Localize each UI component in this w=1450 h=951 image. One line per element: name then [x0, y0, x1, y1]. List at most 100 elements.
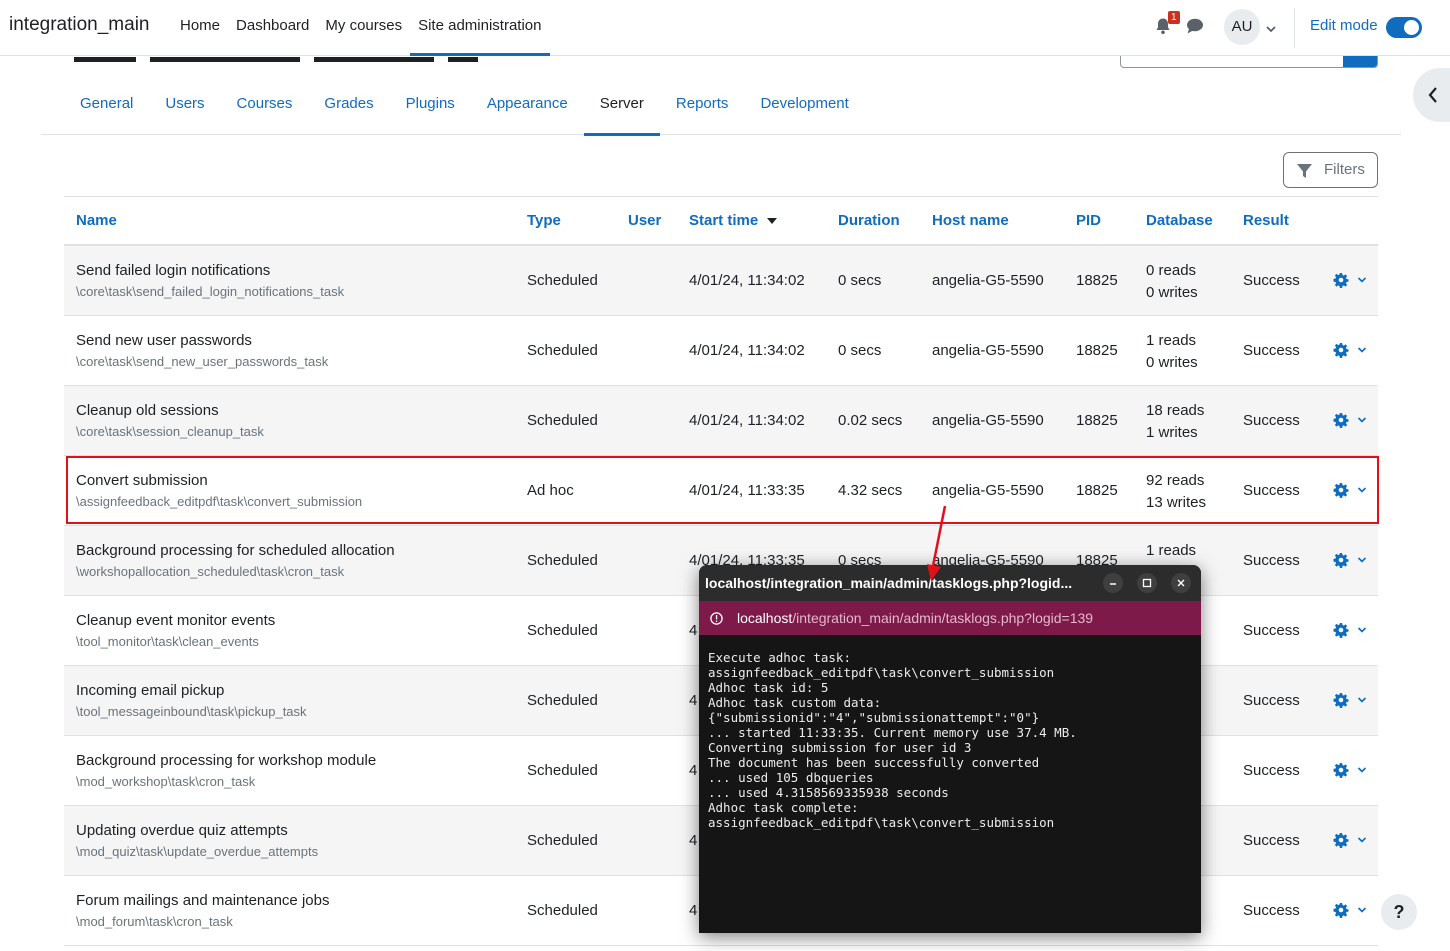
log-output-line: assignfeedback_editpdf\task\convert_subm… — [708, 665, 1055, 680]
task-db-reads: 1 reads — [1146, 542, 1197, 559]
column-header-host-name[interactable]: Host name — [932, 212, 1009, 229]
row-actions-menu[interactable] — [1333, 691, 1367, 709]
nav-site-administration[interactable]: Site administration — [410, 0, 550, 56]
table-row: Send failed login notifications \core\tas… — [64, 246, 1378, 316]
log-output-line: assignfeedback_editpdf\task\convert_subm… — [708, 815, 1055, 830]
tab-users[interactable]: Users — [149, 80, 220, 135]
tab-general[interactable]: General — [64, 80, 149, 135]
filter-funnel-icon — [1297, 164, 1312, 178]
tab-grades[interactable]: Grades — [308, 80, 389, 135]
help-button[interactable]: ? — [1381, 894, 1417, 930]
popup-url-bar[interactable]: localhost/integration_main/admin/tasklog… — [699, 601, 1201, 635]
tab-courses[interactable]: Courses — [221, 80, 309, 135]
task-start-time: 4 — [689, 902, 698, 919]
task-start-time: 4/01/24, 11:34:02 — [689, 412, 805, 429]
task-name: Cleanup event monitor events — [76, 612, 276, 629]
nav-dashboard[interactable]: Dashboard — [228, 0, 317, 56]
minimize-icon — [1110, 583, 1116, 585]
task-classname: \core\task\session_cleanup_task — [76, 424, 264, 439]
table-row: Cleanup old sessions \core\task\session_c… — [64, 386, 1378, 456]
row-actions-menu[interactable] — [1333, 621, 1367, 639]
chevron-down-icon — [1349, 761, 1367, 778]
task-classname: \core\task\send_failed_login_notificatio… — [76, 284, 345, 299]
chevron-down-icon — [1349, 271, 1367, 288]
column-header-pid[interactable]: PID — [1076, 212, 1101, 229]
task-classname: \mod_workshop\task\cron_task — [76, 774, 256, 789]
row-actions-menu[interactable] — [1333, 411, 1367, 429]
chevron-down-icon — [1349, 691, 1367, 708]
row-actions-menu[interactable] — [1333, 551, 1367, 569]
site-info-warning-icon[interactable] — [710, 612, 723, 625]
row-actions-menu[interactable] — [1333, 341, 1367, 359]
close-icon — [1177, 579, 1185, 587]
task-db-reads: 1 reads — [1146, 332, 1197, 349]
task-type: Scheduled — [527, 342, 598, 359]
log-output-line: Execute adhoc task: — [708, 650, 851, 665]
task-pid: 18825 — [1076, 272, 1118, 289]
task-name: Send failed login notifications — [76, 262, 271, 279]
nav-home[interactable]: Home — [172, 0, 228, 56]
log-output-line: ... used 4.3158569335938 seconds — [708, 785, 949, 800]
task-start-time: 4/01/24, 11:34:02 — [689, 272, 805, 289]
row-actions-menu[interactable] — [1333, 271, 1367, 289]
column-header-name[interactable]: Name — [76, 212, 117, 229]
task-name: Forum mailings and maintenance jobs — [76, 892, 330, 909]
column-header-start-time[interactable]: Start time — [689, 212, 778, 229]
tab-plugins[interactable]: Plugins — [390, 80, 471, 135]
user-menu-chevron-down-icon[interactable] — [1265, 21, 1277, 38]
task-result: Success — [1243, 412, 1300, 429]
sort-descending-icon — [767, 218, 778, 224]
edit-mode-label[interactable]: Edit mode — [1310, 17, 1378, 34]
site-brand[interactable]: integration_main — [9, 14, 149, 36]
gear-icon — [1333, 271, 1349, 289]
task-classname: \assignfeedback_editpdf\task\convert_sub… — [76, 494, 363, 509]
nav-my-courses[interactable]: My courses — [317, 0, 410, 56]
filters-button[interactable]: Filters — [1283, 152, 1378, 188]
chevron-down-icon — [1349, 901, 1367, 918]
row-actions-menu[interactable] — [1333, 481, 1367, 499]
block-drawer-toggle[interactable] — [1413, 68, 1450, 122]
task-host-name: angelia-G5-5590 — [932, 482, 1044, 499]
popup-titlebar[interactable]: localhost/integration_main/admin/tasklog… — [699, 565, 1201, 601]
task-result: Success — [1243, 272, 1300, 289]
task-result: Success — [1243, 552, 1300, 569]
gear-icon — [1333, 691, 1349, 709]
window-maximize-button[interactable] — [1137, 573, 1157, 593]
log-output-line: Adhoc task complete: — [708, 800, 859, 815]
log-output-line: ... started 11:33:35. Current memory use… — [708, 725, 1077, 740]
task-pid: 18825 — [1076, 412, 1118, 429]
task-db-writes: 0 writes — [1146, 354, 1198, 371]
task-classname: \tool_messageinbound\task\pickup_task — [76, 704, 307, 719]
task-type: Scheduled — [527, 622, 598, 639]
row-actions-menu[interactable] — [1333, 761, 1367, 779]
tab-reports[interactable]: Reports — [660, 80, 745, 135]
table-header: Name Type User Start time Duration Host … — [64, 197, 1378, 246]
window-minimize-button[interactable] — [1103, 573, 1123, 593]
log-output-line: The document has been successfully conve… — [708, 755, 1040, 770]
column-header-result[interactable]: Result — [1243, 212, 1289, 229]
user-avatar[interactable]: AU — [1224, 9, 1260, 45]
task-result: Success — [1243, 762, 1300, 779]
edit-mode-toggle[interactable] — [1386, 17, 1422, 38]
tab-appearance[interactable]: Appearance — [471, 80, 584, 135]
tab-development[interactable]: Development — [744, 80, 864, 135]
task-name: Updating overdue quiz attempts — [76, 822, 288, 839]
column-header-database[interactable]: Database — [1146, 212, 1213, 229]
task-db-writes: 1 writes — [1146, 424, 1198, 441]
column-header-user[interactable]: User — [628, 212, 661, 229]
tab-server[interactable]: Server — [583, 80, 661, 136]
column-header-type[interactable]: Type — [527, 212, 561, 229]
row-actions-menu[interactable] — [1333, 831, 1367, 849]
window-close-button[interactable] — [1171, 573, 1191, 593]
chevron-down-icon — [1349, 411, 1367, 428]
messages-chat-icon[interactable] — [1186, 18, 1204, 38]
gear-icon — [1333, 901, 1349, 919]
task-classname: \mod_forum\task\cron_task — [76, 914, 233, 929]
task-db-writes: 0 writes — [1146, 284, 1198, 301]
task-pid: 18825 — [1076, 482, 1118, 499]
table-row: Convert submission \assignfeedback_editpd… — [64, 456, 1378, 526]
task-type: Scheduled — [527, 692, 598, 709]
task-pid: 18825 — [1076, 342, 1118, 359]
row-actions-menu[interactable] — [1333, 901, 1367, 919]
column-header-duration[interactable]: Duration — [838, 212, 900, 229]
